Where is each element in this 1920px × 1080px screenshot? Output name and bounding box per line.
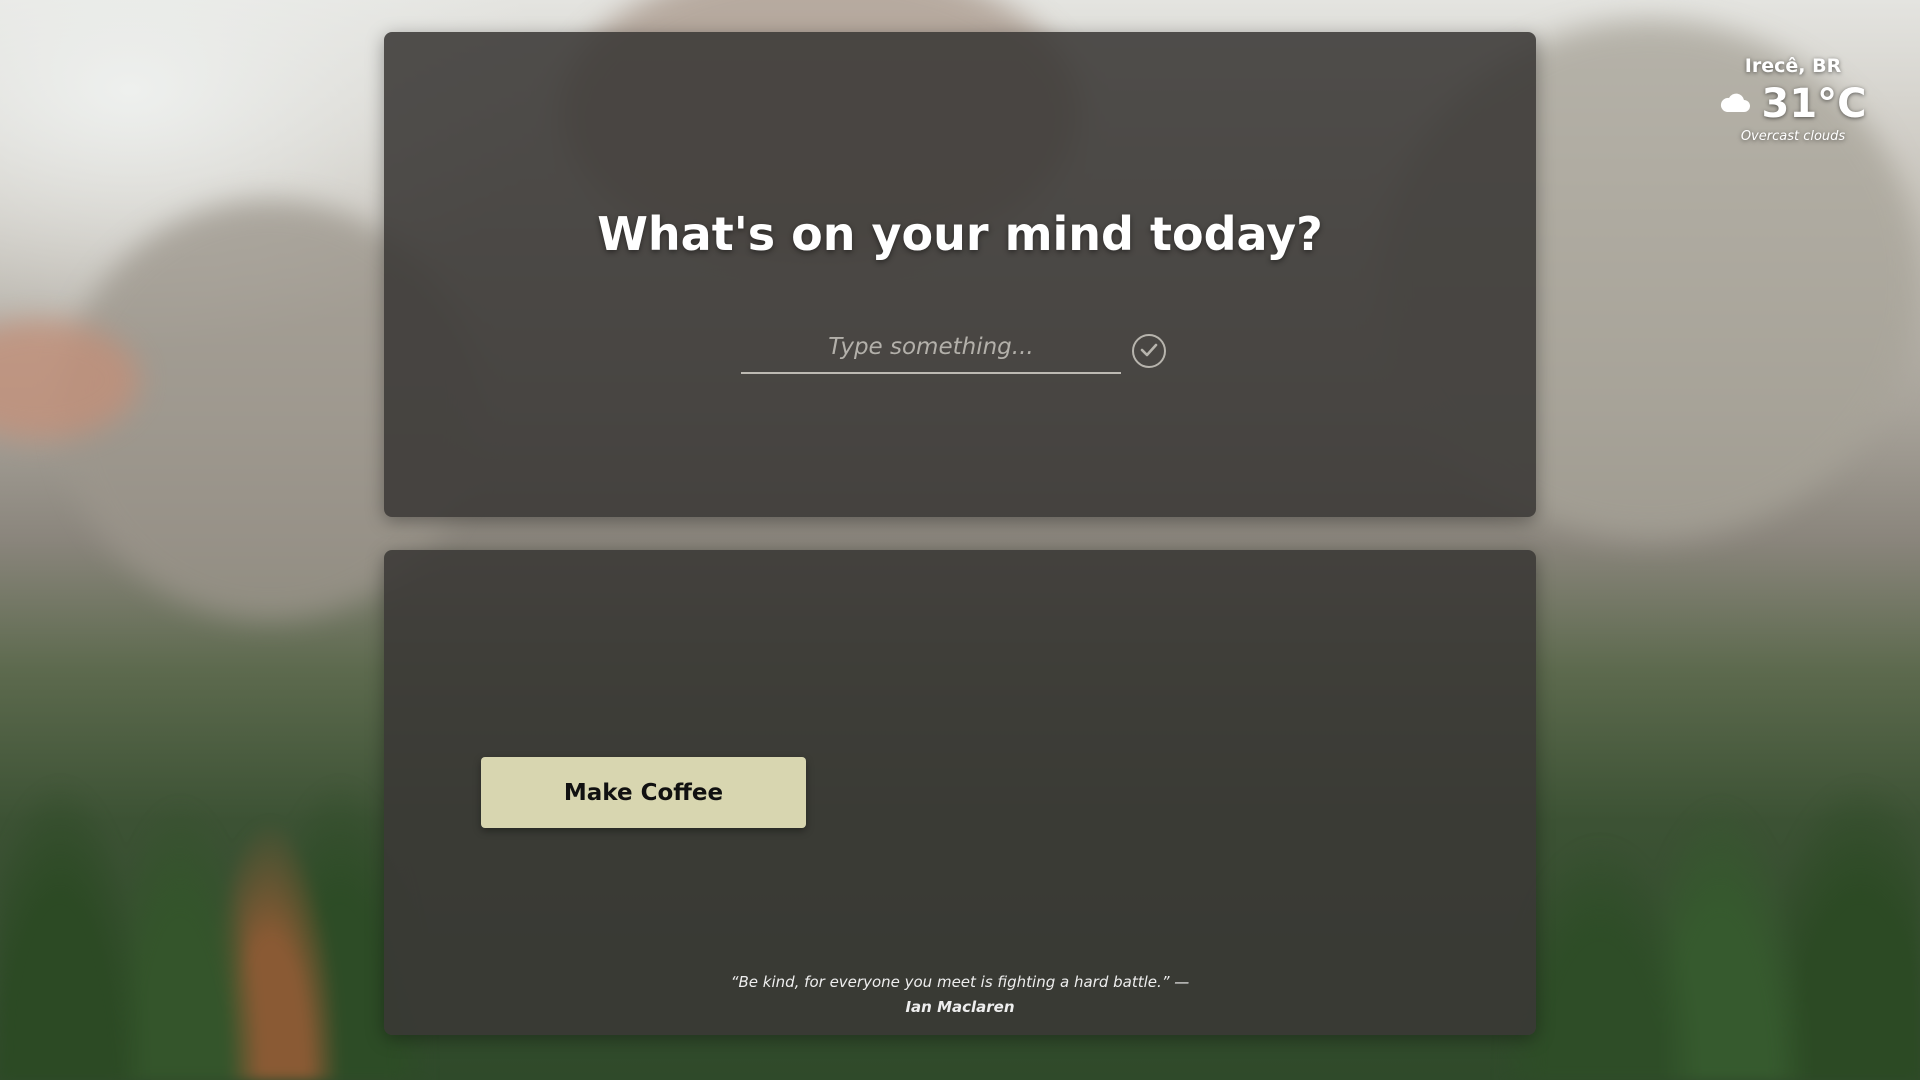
focus-input[interactable] <box>741 322 1121 374</box>
weather-condition: Overcast clouds <box>1740 129 1846 144</box>
quote-block: “Be kind, for everyone you meet is fight… <box>384 970 1536 1020</box>
actions-card: Make Coffee “Be kind, for everyone you m… <box>384 550 1536 1035</box>
weather-temperature-row: 31°C <box>1718 81 1868 127</box>
quote-text: “Be kind, for everyone you meet is fight… <box>730 973 1190 991</box>
make-coffee-button[interactable]: Make Coffee <box>481 757 806 828</box>
new-tab-background: Irecê, BR 31°C Overcast clouds What's on… <box>0 0 1920 1080</box>
quote-author: Ian Maclaren <box>905 998 1015 1016</box>
weather-temperature: 31°C <box>1761 81 1867 127</box>
weather-location: Irecê, BR <box>1744 55 1842 77</box>
check-icon <box>1140 342 1158 361</box>
cloud-icon <box>1719 91 1751 117</box>
weather-widget: Irecê, BR 31°C Overcast clouds <box>1718 55 1868 144</box>
focus-card: What's on your mind today? <box>384 32 1536 517</box>
submit-button[interactable] <box>1132 334 1166 368</box>
page-title: What's on your mind today? <box>597 207 1323 261</box>
